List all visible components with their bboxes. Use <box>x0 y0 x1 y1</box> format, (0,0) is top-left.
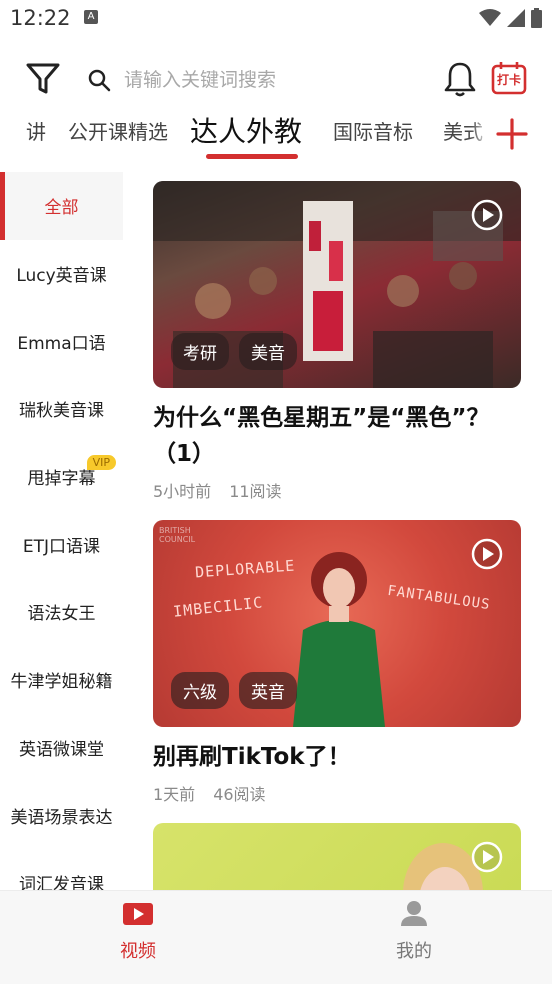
vip-badge: VIP <box>86 454 116 470</box>
sidebar-item-rachel[interactable]: 瑞秋美音课 <box>0 375 123 443</box>
checkin-label: 打卡 <box>496 73 521 87</box>
sidebar-item-label: 美语场景表达 <box>10 807 113 828</box>
notification-icon: A <box>84 10 98 24</box>
sidebar-item-etj[interactable]: ETJ口语课 <box>0 510 123 578</box>
brand-logo: BRITISH COUNCIL <box>159 526 196 544</box>
video-card[interactable]: BRITISH COUNCIL DEPLORABLE IMBECILIC FAN… <box>153 520 521 805</box>
video-time: 5小时前 <box>153 482 212 501</box>
status-bar: 12:22 A <box>0 0 552 38</box>
nav-label: 我的 <box>396 941 432 962</box>
sidebar-item-vocab-pronunciation[interactable]: 词汇发音课 <box>0 849 123 890</box>
status-icons <box>479 8 542 28</box>
play-icon[interactable] <box>471 538 503 570</box>
filter-icon[interactable] <box>25 62 61 96</box>
video-meta: 1天前 46阅读 <box>153 781 521 805</box>
video-thumbnail[interactable] <box>153 823 521 890</box>
video-tags: 六级 英音 <box>171 672 297 709</box>
sidebar-item-label: 瑞秋美音课 <box>19 401 104 422</box>
sidebar-item-label: Emma口语 <box>17 333 106 354</box>
tab-open-courses[interactable]: 公开课精选 <box>68 116 168 145</box>
category-tabs: 讲 公开课精选 达人外教 国际音标 美式 <box>0 108 552 163</box>
video-time: 1天前 <box>153 785 196 804</box>
play-icon[interactable] <box>471 841 503 873</box>
sidebar-item-oxford[interactable]: 牛津学姐秘籍 <box>0 646 123 714</box>
video-reads: 11阅读 <box>229 482 282 501</box>
add-category-icon[interactable] <box>492 114 532 154</box>
sidebar-item-label: Lucy英音课 <box>16 266 107 287</box>
sidebar-item-label: 牛津学姐秘籍 <box>10 672 113 693</box>
status-time: 12:22 <box>10 6 71 30</box>
sidebar-item-label: 语法女王 <box>27 604 96 625</box>
video-card[interactable]: 考研 美音 为什么“黑色星期五”是“黑色”？（1） 5小时前 11阅读 <box>153 181 521 502</box>
sidebar-item-lucy[interactable]: Lucy英音课 <box>0 240 123 308</box>
sidebar-item-emma[interactable]: Emma口语 <box>0 307 123 375</box>
sidebar-item-scenarios[interactable]: 美语场景表达 <box>0 781 123 849</box>
tab-expert-teachers[interactable]: 达人外教 <box>190 110 302 150</box>
nav-profile[interactable]: 我的 <box>276 891 552 984</box>
tag-badge: 考研 <box>171 333 229 370</box>
video-tags: 考研 美音 <box>171 333 297 370</box>
sidebar-item-label: 英语微课堂 <box>19 739 104 760</box>
sidebar-item-label: ETJ口语课 <box>22 536 101 557</box>
search-input[interactable] <box>122 64 426 96</box>
bell-icon[interactable] <box>442 60 478 98</box>
play-icon[interactable] <box>471 199 503 231</box>
sidebar-item-no-subtitles[interactable]: 甩掉字幕 VIP <box>0 443 123 511</box>
profile-icon <box>401 901 427 926</box>
teacher-image <box>403 843 483 890</box>
bottom-navigation: 视频 我的 <box>0 890 552 984</box>
tag-badge: 六级 <box>171 672 229 709</box>
sidebar-item-label: 词汇发音课 <box>19 875 104 890</box>
active-tab-indicator <box>206 154 298 159</box>
video-card[interactable] <box>153 823 521 890</box>
wifi-icon <box>479 9 501 26</box>
video-title[interactable]: 为什么“黑色星期五”是“黑色”？（1） <box>153 400 521 472</box>
sidebar-item-micro-class[interactable]: 英语微课堂 <box>0 714 123 782</box>
top-header: 打卡 <box>0 52 552 108</box>
video-title[interactable]: 别再刷TikTok了！ <box>153 739 521 775</box>
video-reads: 46阅读 <box>213 785 266 804</box>
sidebar-item-label: 全部 <box>44 198 79 219</box>
video-meta: 5小时前 11阅读 <box>153 478 521 502</box>
tab-american[interactable]: 美式 <box>443 116 483 145</box>
sidebar-item-label: 甩掉字幕 <box>27 469 96 490</box>
tab-jiang[interactable]: 讲 <box>26 116 46 145</box>
nav-label: 视频 <box>120 941 156 962</box>
teacher-sidebar: 全部 Lucy英音课 Emma口语 瑞秋美音课 甩掉字幕 VIP ETJ口语课 … <box>0 172 123 890</box>
video-tab-icon <box>123 903 153 925</box>
checkin-calendar-icon[interactable]: 打卡 <box>491 61 527 95</box>
video-feed: 考研 美音 为什么“黑色星期五”是“黑色”？（1） 5小时前 11阅读 BRIT… <box>153 181 521 890</box>
signal-icon <box>507 9 525 27</box>
video-thumbnail[interactable]: BRITISH COUNCIL DEPLORABLE IMBECILIC FAN… <box>153 520 521 727</box>
battery-icon <box>531 8 542 28</box>
tab-phonetics[interactable]: 国际音标 <box>333 116 413 145</box>
tag-badge: 美音 <box>239 333 297 370</box>
search-icon <box>88 69 111 92</box>
tag-badge: 英音 <box>239 672 297 709</box>
nav-videos[interactable]: 视频 <box>0 891 276 984</box>
sidebar-item-grammar-queen[interactable]: 语法女王 <box>0 578 123 646</box>
sidebar-item-all[interactable]: 全部 <box>0 172 123 240</box>
video-thumbnail[interactable]: 考研 美音 <box>153 181 521 388</box>
